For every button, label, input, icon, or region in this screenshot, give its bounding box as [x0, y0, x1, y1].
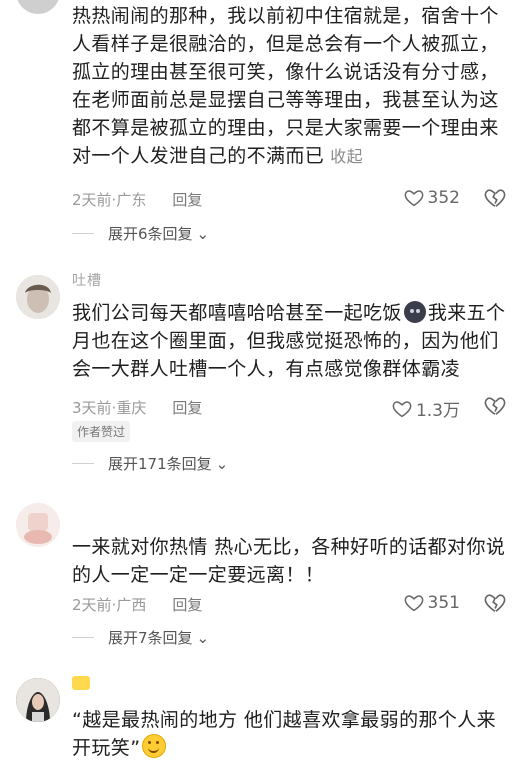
heart-icon: [404, 190, 423, 207]
reply-button[interactable]: 回复: [172, 594, 202, 615]
divider-line: [72, 463, 94, 464]
heart-icon: [404, 595, 423, 612]
like-count: 352: [427, 188, 460, 208]
broken-heart-icon: [484, 397, 506, 415]
dislike-button[interactable]: [484, 188, 506, 212]
broken-heart-icon: [484, 594, 506, 612]
comment-meta: 3天前 · 重庆 回复: [72, 397, 202, 418]
comment-text: “越是最热闹的地方 他们越喜欢拿最弱的那个人来开玩笑”: [72, 709, 497, 759]
username[interactable]: 吐槽: [72, 270, 102, 290]
avatar[interactable]: [16, 275, 60, 319]
avatar-image: [16, 275, 60, 319]
heart-icon: [392, 400, 412, 417]
timestamp: 2天前: [72, 596, 112, 614]
reply-button[interactable]: 回复: [172, 189, 202, 210]
broken-heart-icon: [484, 189, 506, 207]
reply-button[interactable]: 回复: [172, 397, 202, 418]
chevron-down-icon: ⌄: [215, 454, 229, 473]
like-button[interactable]: 351: [404, 593, 460, 613]
location: 重庆: [116, 399, 147, 417]
comment-text: 我们公司每天都嘻嘻哈哈甚至一起吃饭 我来五个月也在这个圈里面，但我感觉挺恐怖的，因…: [72, 301, 506, 380]
expand-replies[interactable]: 展开7条回复 ⌄: [72, 627, 209, 648]
divider-line: [72, 637, 94, 638]
comment-text: 热热闹闹的那种，我以前初中住宿就是，宿舍十个人看样子是很融洽的，但是总会有一个人…: [72, 5, 499, 167]
smile-emoji-icon: [142, 734, 167, 758]
like-count: 1.3万: [415, 401, 460, 421]
dislike-button[interactable]: [484, 396, 506, 420]
avatar[interactable]: [16, 503, 60, 547]
dark-face-emoji-icon: [403, 301, 426, 323]
expand-label: 展开6条回复: [108, 225, 193, 243]
expand-replies[interactable]: 展开6条回复 ⌄: [72, 223, 209, 244]
like-button[interactable]: 352: [404, 188, 460, 208]
expand-replies[interactable]: 展开171条回复 ⌄: [72, 453, 228, 474]
location: 广西: [116, 596, 147, 614]
comment-text: 一来就对你热情 热心无比，各种好听的话都对你说的人一定一定一定要远离！！: [72, 536, 506, 586]
expand-label: 展开171条回复: [108, 455, 212, 473]
chevron-down-icon: ⌄: [196, 628, 210, 647]
timestamp: 3天前: [72, 399, 112, 417]
like-button[interactable]: 1.3万: [392, 396, 460, 421]
expand-label: 展开7条回复: [108, 629, 193, 647]
avatar-image: [16, 503, 60, 547]
author-liked-badge: 作者赞过: [72, 421, 131, 442]
chevron-down-icon: ⌄: [196, 224, 210, 243]
username-emoji-icon: [72, 676, 90, 690]
location: 广东: [116, 191, 147, 209]
avatar[interactable]: [16, 0, 60, 14]
collapse-link[interactable]: 收起: [330, 147, 363, 166]
divider-line: [72, 233, 94, 234]
comment-meta: 2天前 · 广西 回复: [72, 594, 202, 615]
timestamp: 2天前: [72, 191, 112, 209]
comment-meta: 2天前 · 广东 回复: [72, 189, 202, 210]
like-count: 351: [427, 593, 460, 613]
dislike-button[interactable]: [484, 593, 506, 617]
avatar-image: [16, 678, 60, 722]
avatar[interactable]: [16, 678, 60, 722]
